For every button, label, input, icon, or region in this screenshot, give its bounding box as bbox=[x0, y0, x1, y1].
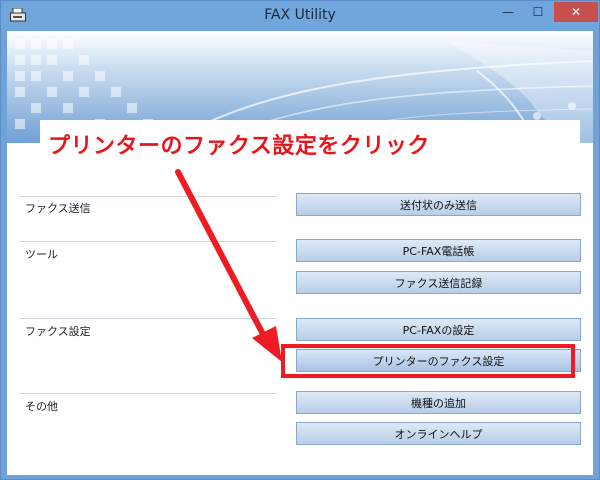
section-label-other: その他 bbox=[25, 400, 58, 413]
section-label-fax-settings: ファクス設定 bbox=[25, 325, 91, 338]
section-label-fax-send: ファクス送信 bbox=[25, 202, 91, 215]
send-cover-page-only-button[interactable]: 送付状のみ送信 bbox=[296, 193, 581, 216]
section-label-tools: ツール bbox=[25, 248, 58, 261]
title-bar[interactable]: FAX Utility — ☐ ✕ bbox=[1, 1, 599, 31]
client-area: ファクス送信 送付状のみ送信 ツール PC-FAX電話帳 ファクス送信記録 ファ… bbox=[7, 31, 593, 475]
section-divider bbox=[19, 393, 277, 394]
instruction-callout: プリンターのファクス設定をクリック bbox=[40, 120, 580, 170]
app-window: FAX Utility — ☐ ✕ ファクス送信 送付状のみ送信 ツール PC-… bbox=[0, 0, 600, 480]
maximize-button[interactable]: ☐ bbox=[525, 2, 551, 22]
add-model-button[interactable]: 機種の追加 bbox=[296, 391, 581, 414]
section-divider bbox=[19, 196, 277, 197]
fax-send-log-button[interactable]: ファクス送信記録 bbox=[296, 271, 581, 294]
highlight-box bbox=[281, 344, 575, 378]
section-divider bbox=[19, 241, 277, 242]
online-help-button[interactable]: オンラインヘルプ bbox=[296, 422, 581, 445]
close-button[interactable]: ✕ bbox=[554, 2, 598, 22]
section-divider bbox=[19, 318, 277, 319]
instruction-text: プリンターのファクス設定をクリック bbox=[48, 134, 430, 159]
minimize-button[interactable]: — bbox=[495, 2, 521, 22]
pc-fax-phonebook-button[interactable]: PC-FAX電話帳 bbox=[296, 239, 581, 262]
pc-fax-settings-button[interactable]: PC-FAXの設定 bbox=[296, 318, 581, 341]
